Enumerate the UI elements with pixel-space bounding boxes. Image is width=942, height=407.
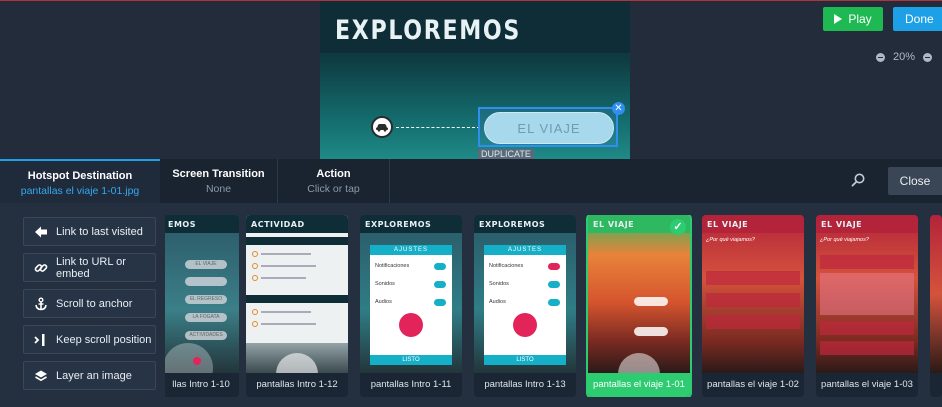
link-last-visited-button[interactable]: Link to last visited <box>23 217 156 246</box>
screen-caption: pantallas el viaje 1-03 <box>816 373 918 397</box>
tab-action[interactable]: Action Click or tap <box>278 159 390 203</box>
screen-thumb-header: EXPLOREMOS <box>474 215 576 233</box>
car-icon[interactable] <box>371 116 393 138</box>
tab-screen-transition[interactable]: Screen Transition None <box>160 159 278 203</box>
play-button[interactable]: Play <box>823 7 883 31</box>
sidebar-item-label: Keep scroll position <box>56 333 152 346</box>
screen-thumb-header: EMOS <box>165 215 239 233</box>
zoom-in-icon[interactable] <box>923 52 933 62</box>
settings-card: AJUSTES Notificaciones Sonidos Audios LI… <box>370 245 452 365</box>
tab-title: Hotspot Destination <box>27 170 133 182</box>
screen-thumb-header: EXPLOREMOS <box>360 215 462 233</box>
zoom-out-icon[interactable] <box>876 52 885 62</box>
screen-header: EXPLOREMOS <box>320 1 630 53</box>
sidebar-item-label: Link to URL or embed <box>56 255 126 280</box>
screen-thumbnail[interactable]: EL VIAJE ¿Por qué viajamos? pantallas el… <box>702 215 804 397</box>
link-icon <box>34 261 48 275</box>
zoom-control: 20% <box>876 51 933 63</box>
menu-pill: ACTIVIDADES <box>185 331 227 340</box>
search-icon[interactable] <box>850 172 866 188</box>
screen-caption: pantallas el viaje 1-02 <box>702 373 804 397</box>
message-bubble <box>634 327 668 336</box>
menu-pill: LA FOGATA <box>185 313 227 322</box>
duplicate-button[interactable]: DUPLICATE <box>478 149 534 159</box>
close-icon[interactable]: ✕ <box>612 102 625 115</box>
anchor-icon <box>34 297 48 311</box>
scroll-anchor-button[interactable]: Scroll to anchor <box>23 289 156 318</box>
link-url-button[interactable]: Link to URL or embed <box>23 253 156 282</box>
screen-thumbnail[interactable] <box>930 215 942 397</box>
keep-scroll-button[interactable]: Keep scroll position <box>23 325 156 354</box>
sidebar-item-label: Layer an image <box>56 369 132 382</box>
screen-thumbnail[interactable]: EL VIAJE ¿Por qué viajamos? pantallas el… <box>816 215 918 397</box>
screen-caption: pantallas el viaje 1-01 <box>588 373 690 397</box>
screen-preview: EXPLOREMOS EL VIAJE ✕ DUPLICATE <box>320 1 630 159</box>
screen-thumbnail[interactable]: EXPLOREMOS AJUSTES Notificaciones Sonido… <box>360 215 462 397</box>
message-bubble <box>634 297 668 306</box>
layers-icon <box>34 369 48 383</box>
play-label: Play <box>848 12 872 26</box>
screen-thumb-header: EL VIAJE <box>702 215 804 233</box>
arrow-left-icon <box>34 225 48 239</box>
tab-value: None <box>205 183 232 195</box>
radial-dot <box>193 357 201 365</box>
zoom-level: 20% <box>893 51 916 63</box>
sidebar-item-label: Scroll to anchor <box>56 297 133 310</box>
screen-caption: pantallas Intro 1-12 <box>246 373 348 397</box>
sidebar-item-label: Link to last visited <box>56 225 143 238</box>
layer-image-button[interactable]: Layer an image <box>23 361 156 390</box>
menu-pill: EL VIAJE <box>185 260 227 269</box>
screen-thumbnail[interactable]: EMOS EL VIAJE EL REGRESO LA FOGATA ACTIV… <box>165 215 239 397</box>
keep-scroll-icon <box>34 333 48 347</box>
screen-caption: pantallas Intro 1-13 <box>474 373 576 397</box>
hotspot-tabs: Hotspot Destination pantallas el viaje 1… <box>0 159 942 203</box>
hotspot-selection[interactable]: EL VIAJE <box>478 107 618 147</box>
screen-thumb-header: EL VIAJE <box>816 215 918 233</box>
tab-title: Action <box>316 168 351 180</box>
menu-pill <box>185 277 227 286</box>
screen-thumb-header: ACTIVIDAD <box>246 215 348 233</box>
destination-panel: Link to last visited Link to URL or embe… <box>0 203 942 407</box>
check-icon: ✓ <box>670 219 686 235</box>
screen-list: EMOS EL VIAJE EL REGRESO LA FOGATA ACTIV… <box>165 215 942 397</box>
settings-card: AJUSTES Notificaciones Sonidos Audios LI… <box>484 245 566 365</box>
done-button[interactable]: Done <box>893 7 942 31</box>
editor-canvas: EXPLOREMOS EL VIAJE ✕ DUPLICATE Play Don… <box>0 1 942 159</box>
screen-thumbnail[interactable]: EXPLOREMOS AJUSTES Notificaciones Sonido… <box>474 215 576 397</box>
tab-title: Screen Transition <box>172 168 265 180</box>
screen-title: EXPLOREMOS <box>335 15 521 46</box>
hotspot-button[interactable]: EL VIAJE <box>484 112 614 144</box>
menu-pill: EL REGRESO <box>185 295 227 304</box>
close-button[interactable]: Close <box>888 167 942 195</box>
play-icon <box>834 14 843 24</box>
screen-caption: pantallas Intro 1-11 <box>360 373 462 397</box>
hotspot-connector <box>396 127 480 128</box>
screen-thumbnail[interactable]: ACTIVIDAD pantallas Intro 1-12 <box>246 215 348 397</box>
tab-value: Click or tap <box>307 183 360 195</box>
screen-thumbnail-selected[interactable]: EL VIAJE ✓ pantallas el viaje 1-01 <box>586 215 692 397</box>
prototype-editor: EXPLOREMOS EL VIAJE ✕ DUPLICATE Play Don… <box>0 0 942 407</box>
tab-hotspot-destination[interactable]: Hotspot Destination pantallas el viaje 1… <box>0 159 160 203</box>
screen-caption: llas Intro 1-10 <box>165 373 239 397</box>
tab-value: pantallas el viaje 1-01.jpg <box>20 185 140 197</box>
